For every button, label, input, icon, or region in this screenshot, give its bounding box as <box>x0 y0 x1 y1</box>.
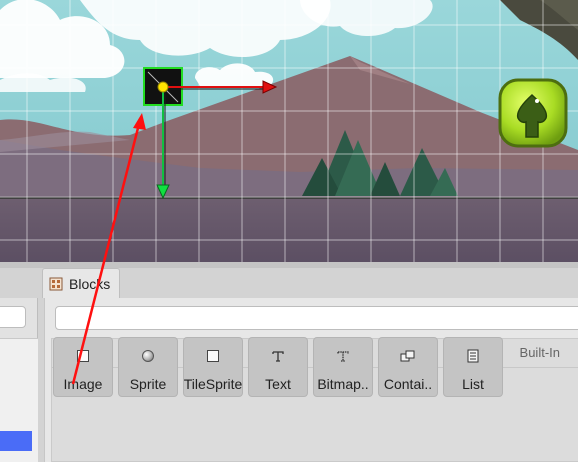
block-bitmap-text-button[interactable]: Bitmap.. <box>313 337 373 397</box>
block-label: Bitmap.. <box>317 376 369 392</box>
tilesprite-icon <box>205 348 221 364</box>
outline-filter-input[interactable] <box>0 306 26 328</box>
text-icon <box>270 348 286 364</box>
outline-selected-item[interactable] <box>0 431 32 451</box>
outline-list[interactable] <box>0 338 38 462</box>
block-container-button[interactable]: Contai.. <box>378 337 438 397</box>
container-icon <box>400 348 416 364</box>
block-label: TileSprite <box>183 376 243 392</box>
block-label: Sprite <box>129 376 167 392</box>
block-tilesprite-button[interactable]: TileSprite <box>183 337 243 397</box>
block-list-button[interactable]: List <box>443 337 503 397</box>
block-sprite-button[interactable]: Sprite <box>118 337 178 397</box>
scene-canvas[interactable] <box>0 0 578 262</box>
ground <box>0 196 578 262</box>
bitmap-text-icon <box>335 348 351 364</box>
tab-blocks[interactable]: Blocks <box>42 268 120 298</box>
tab-blocks-label: Blocks <box>69 275 111 292</box>
blocks-search-input[interactable] <box>55 306 578 330</box>
list-icon <box>465 348 481 364</box>
pivot-handle[interactable] <box>157 81 169 93</box>
image-icon <box>75 348 91 364</box>
block-image-button[interactable]: Image <box>53 337 113 397</box>
group-label: Built-In <box>519 345 560 360</box>
blocks-tab-icon <box>49 277 63 291</box>
home-button[interactable] <box>498 78 568 148</box>
outline-panel <box>0 298 38 462</box>
block-label: List <box>462 376 484 392</box>
editor-area: Blocks Built-In Image Sprite TileSprite … <box>0 262 578 462</box>
block-label: Image <box>63 376 103 392</box>
sprite-icon <box>140 348 156 364</box>
block-label: Contai.. <box>383 376 433 392</box>
block-label: Text <box>265 376 291 392</box>
block-text-button[interactable]: Text <box>248 337 308 397</box>
